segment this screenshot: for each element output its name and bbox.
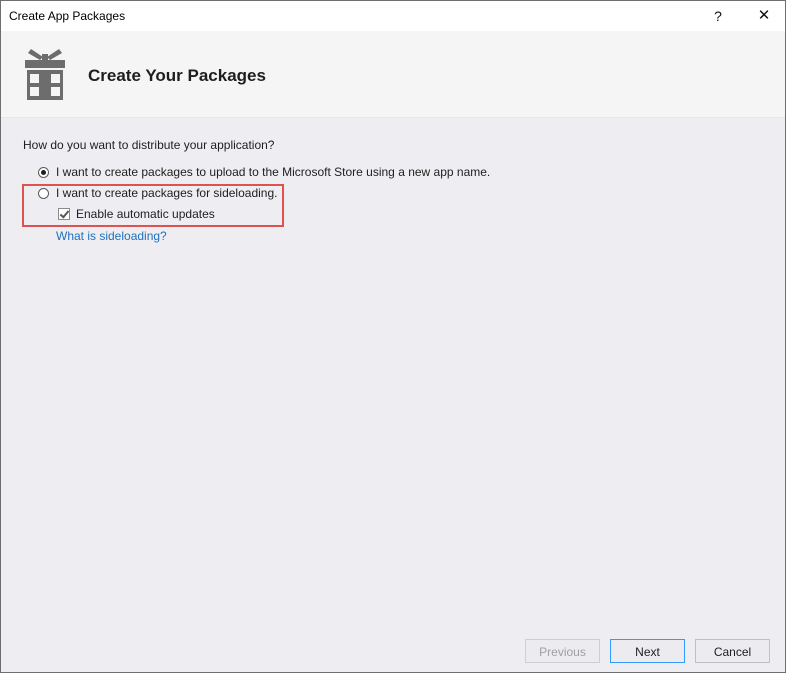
next-button[interactable]: Next xyxy=(610,639,685,663)
help-button[interactable]: ? xyxy=(700,5,736,27)
store-option-label: I want to create packages to upload to t… xyxy=(56,165,491,179)
close-button[interactable]: ✕ xyxy=(746,5,782,27)
sideloading-option[interactable]: I want to create packages for sideloadin… xyxy=(38,185,277,201)
sideloading-option-label: I want to create packages for sideloadin… xyxy=(56,186,278,200)
cancel-button[interactable]: Cancel xyxy=(695,639,770,663)
auto-updates-checkbox[interactable] xyxy=(58,208,70,220)
distribution-question: How do you want to distribute your appli… xyxy=(23,138,275,152)
auto-updates-label: Enable automatic updates xyxy=(76,207,215,221)
wizard-footer: Previous Next Cancel xyxy=(1,628,785,672)
store-radio[interactable] xyxy=(38,166,49,178)
wizard-content: How do you want to distribute your appli… xyxy=(1,118,785,628)
title-bar: Create App Packages ? ✕ xyxy=(1,1,785,31)
create-app-packages-dialog: Create App Packages ? ✕ Create Your Pack… xyxy=(0,0,786,673)
gift-package-icon xyxy=(25,49,65,100)
sideloading-help-link[interactable]: What is sideloading? xyxy=(56,229,167,243)
window-title: Create App Packages xyxy=(9,9,126,23)
wizard-header: Create Your Packages xyxy=(1,31,785,118)
auto-updates-option[interactable]: Enable automatic updates xyxy=(58,206,215,222)
store-option[interactable]: I want to create packages to upload to t… xyxy=(38,164,490,180)
sideloading-radio[interactable] xyxy=(38,187,49,199)
previous-button[interactable]: Previous xyxy=(525,639,600,663)
page-title: Create Your Packages xyxy=(88,66,266,85)
